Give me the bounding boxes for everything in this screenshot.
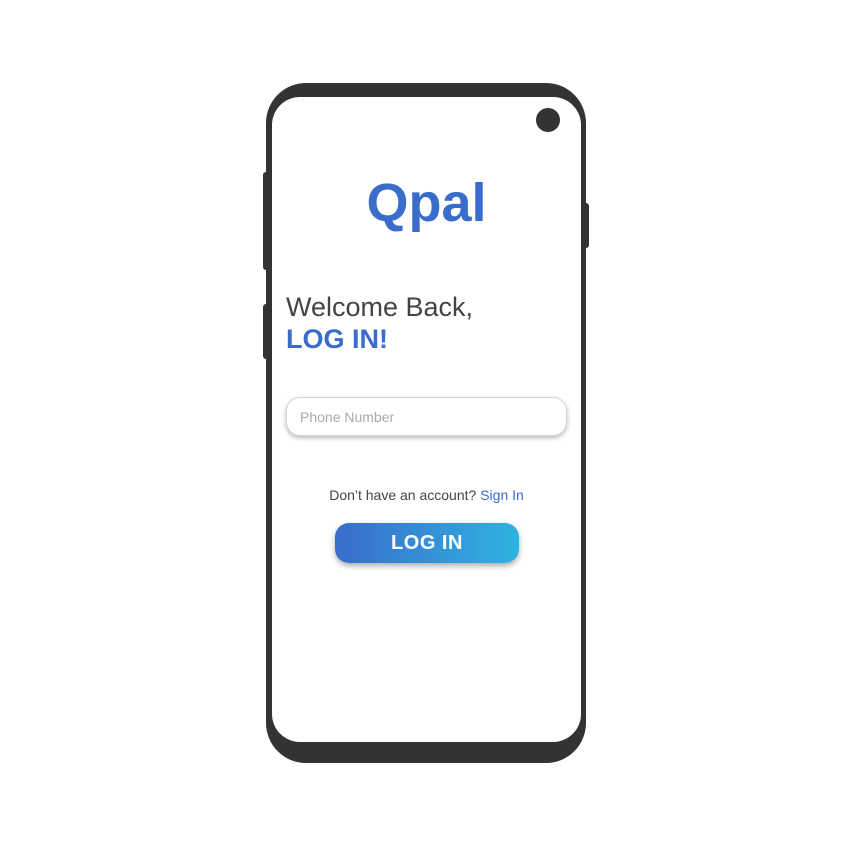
welcome-text: Welcome Back, bbox=[286, 292, 474, 322]
phone-number-input[interactable] bbox=[286, 397, 567, 436]
volume-down-button bbox=[263, 304, 269, 359]
login-button[interactable]: LOG IN bbox=[335, 523, 519, 563]
volume-up-button bbox=[263, 172, 269, 270]
stage: Qpal Welcome Back, LOG IN! Don’t have an… bbox=[0, 0, 852, 852]
sign-in-link[interactable]: Sign In bbox=[480, 487, 524, 503]
login-heading: LOG IN! bbox=[286, 324, 388, 354]
front-camera bbox=[536, 108, 560, 132]
signup-prompt: Don’t have an account? Sign In bbox=[272, 486, 581, 504]
no-account-text: Don’t have an account? bbox=[329, 487, 477, 503]
power-button bbox=[583, 203, 589, 248]
app-logo: Qpal bbox=[366, 173, 487, 233]
